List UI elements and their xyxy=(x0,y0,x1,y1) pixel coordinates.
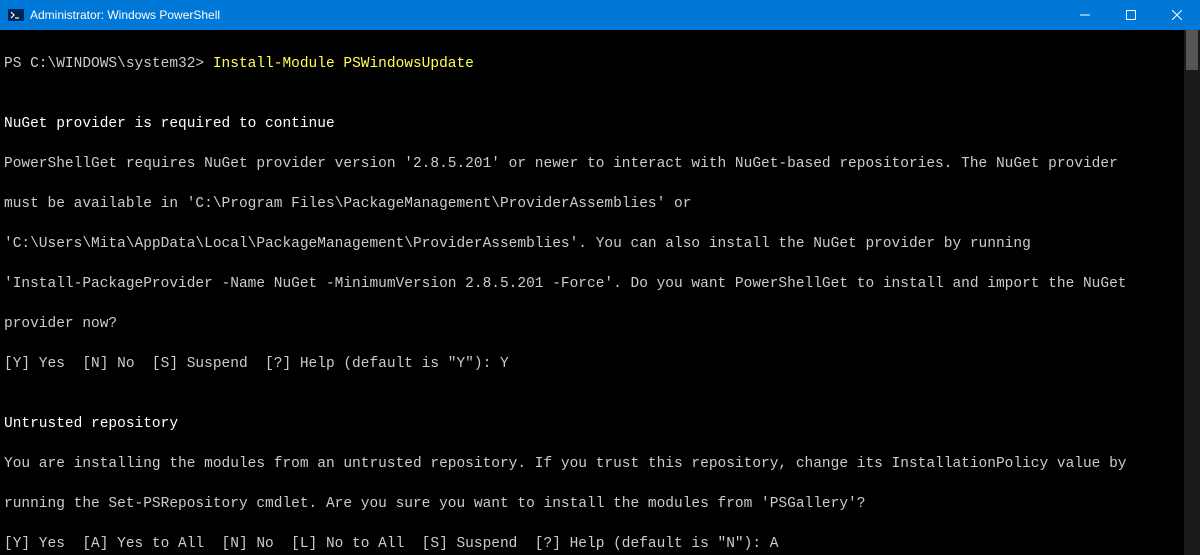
output-line: You are installing the modules from an u… xyxy=(4,454,1196,474)
maximize-button[interactable] xyxy=(1108,0,1154,30)
output-line: 'Install-PackageProvider -Name NuGet -Mi… xyxy=(4,274,1196,294)
titlebar[interactable]: Administrator: Windows PowerShell xyxy=(0,0,1200,30)
powershell-window: Administrator: Windows PowerShell PS C:\… xyxy=(0,0,1200,555)
window-title: Administrator: Windows PowerShell xyxy=(30,8,220,22)
scrollbar[interactable] xyxy=(1184,30,1200,555)
command: Install-Module PSWindowsUpdate xyxy=(213,56,474,72)
prompt-choices: [Y] Yes [N] No [S] Suspend [?] Help (def… xyxy=(4,354,1196,374)
prompt-choices: [Y] Yes [A] Yes to All [N] No [L] No to … xyxy=(4,534,1196,554)
output-line: PowerShellGet requires NuGet provider ve… xyxy=(4,154,1196,174)
nuget-header: NuGet provider is required to continue xyxy=(4,114,1196,134)
output-line: 'C:\Users\Mita\AppData\Local\PackageMana… xyxy=(4,234,1196,254)
terminal-content[interactable]: PS C:\WINDOWS\system32> Install-Module P… xyxy=(0,30,1200,555)
output-line: provider now? xyxy=(4,314,1196,334)
minimize-icon xyxy=(1080,10,1090,20)
untrusted-header: Untrusted repository xyxy=(4,414,1196,434)
maximize-icon xyxy=(1126,10,1136,20)
scrollbar-thumb[interactable] xyxy=(1186,30,1198,70)
window-controls xyxy=(1062,0,1200,30)
close-button[interactable] xyxy=(1154,0,1200,30)
powershell-icon xyxy=(8,7,24,23)
close-icon xyxy=(1172,10,1182,20)
prompt: PS C:\WINDOWS\system32> xyxy=(4,56,213,72)
minimize-button[interactable] xyxy=(1062,0,1108,30)
output-line: must be available in 'C:\Program Files\P… xyxy=(4,194,1196,214)
output-line: running the Set-PSRepository cmdlet. Are… xyxy=(4,494,1196,514)
